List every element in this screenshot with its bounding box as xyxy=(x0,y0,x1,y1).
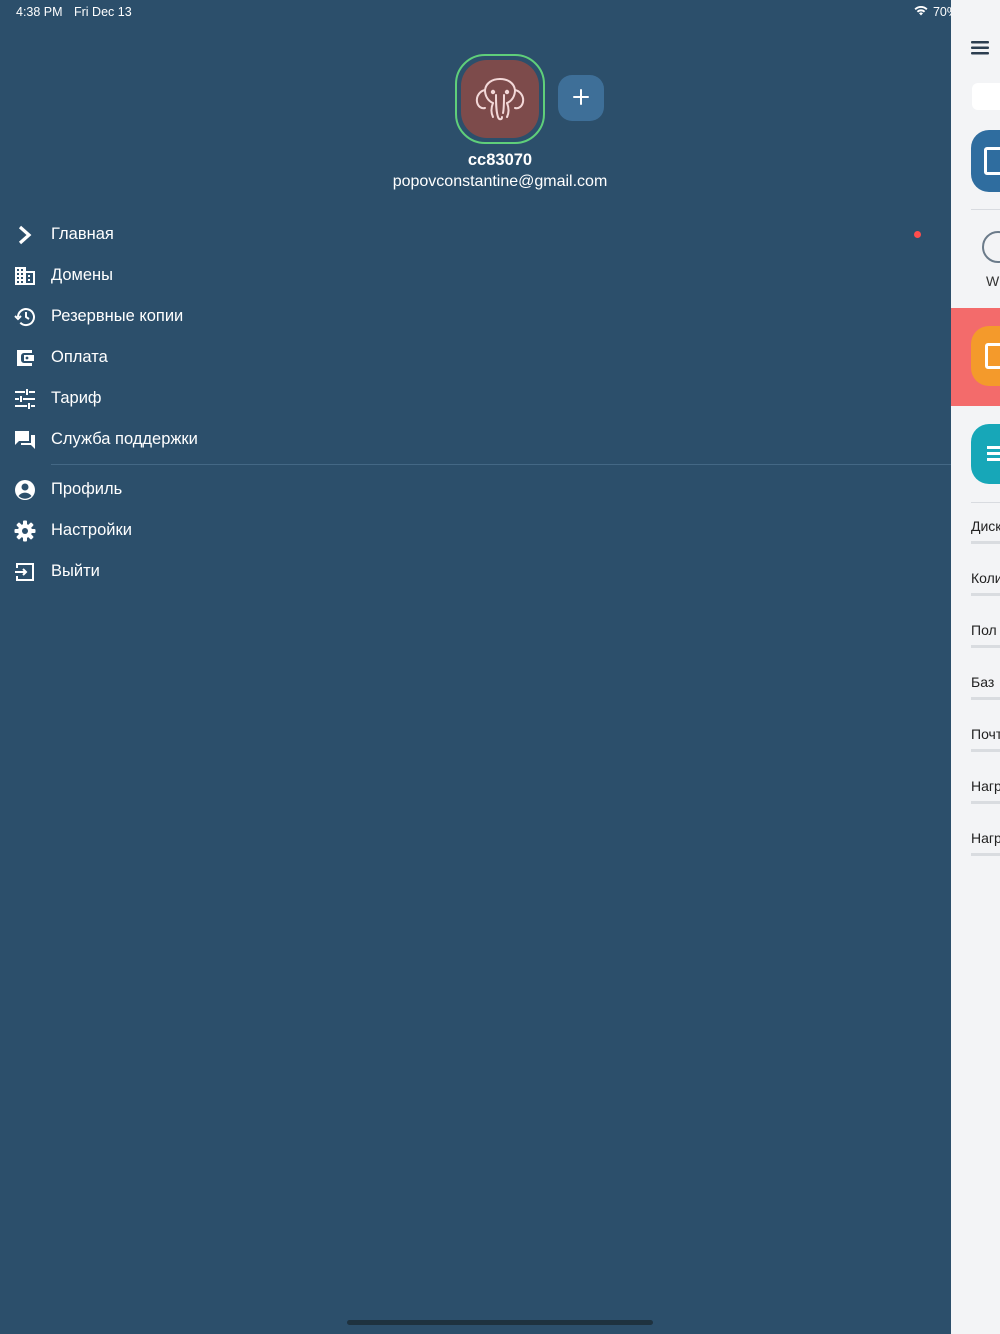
stat-row-label: Коли xyxy=(971,570,1000,586)
history-icon xyxy=(13,305,37,329)
stat-row-bar xyxy=(971,541,1000,544)
menu-item-label: Главная xyxy=(51,225,114,243)
navigation-drawer: cc83070 popovconstantine@gmail.com Главн… xyxy=(0,0,951,1334)
section-divider xyxy=(971,209,1000,210)
menu-item-label: Резервные копии xyxy=(51,307,184,325)
stat-row-label: Нагр xyxy=(971,830,1000,846)
menu-divider xyxy=(51,464,951,465)
menu-item-label: Тариф xyxy=(51,389,102,407)
menu-item-payment[interactable]: Оплата xyxy=(0,337,951,378)
sliders-icon xyxy=(13,387,37,411)
stat-row-label: Баз xyxy=(971,674,995,690)
menu-item-label: Домены xyxy=(51,266,114,284)
menu-item-label: Настройки xyxy=(51,521,132,539)
menu-item-settings[interactable]: Настройки xyxy=(0,510,951,551)
gear-icon xyxy=(13,519,37,543)
hamburger-menu-icon[interactable] xyxy=(971,40,989,61)
stat-row-bar xyxy=(971,697,1000,700)
stat-row-label: Нагр xyxy=(971,778,1000,794)
stat-row-label: Пол xyxy=(971,622,997,638)
building-icon xyxy=(13,264,37,288)
menu-item-domains[interactable]: Домены xyxy=(0,255,951,296)
drawer-menu: Главная Домены Резервные копии Оплата Та… xyxy=(0,214,951,592)
add-account-button[interactable] xyxy=(558,75,604,121)
username: cc83070 xyxy=(467,151,533,169)
document-card[interactable] xyxy=(971,326,1000,386)
main-content-peek: W Диск Коли Пол Баз Почт Нагр Нагр xyxy=(951,0,1000,1334)
peek-label: W xyxy=(986,273,1000,289)
menu-item-home[interactable]: Главная xyxy=(0,214,951,255)
stat-row-bar xyxy=(971,853,1000,856)
menu-item-label: Служба поддержки xyxy=(51,430,198,448)
section-divider xyxy=(971,502,1000,503)
search-input[interactable] xyxy=(972,83,1000,110)
wordpress-icon[interactable] xyxy=(982,231,1000,263)
home-indicator[interactable] xyxy=(347,1320,653,1325)
chat-icon xyxy=(13,428,37,452)
menu-item-label: Профиль xyxy=(51,480,123,498)
stat-row-label: Почт xyxy=(971,726,1000,742)
menu-item-logout[interactable]: Выйти xyxy=(0,551,951,592)
chevron-right-icon xyxy=(13,223,37,247)
dashboard-card[interactable] xyxy=(971,130,1000,192)
menu-item-label: Выйти xyxy=(51,562,100,580)
account-circle-icon xyxy=(13,478,37,502)
menu-item-tariff[interactable]: Тариф xyxy=(0,378,951,419)
wallet-icon xyxy=(13,346,37,370)
menu-item-backups[interactable]: Резервные копии xyxy=(0,296,951,337)
menu-item-profile[interactable]: Профиль xyxy=(0,469,951,510)
stat-row-bar xyxy=(971,593,1000,596)
logout-icon xyxy=(13,560,37,584)
menu-item-label: Оплата xyxy=(51,348,108,366)
tariff-card[interactable] xyxy=(971,424,1000,484)
elephant-logo-icon xyxy=(461,60,539,138)
plus-icon xyxy=(572,88,590,109)
stat-row-bar xyxy=(971,801,1000,804)
avatar[interactable] xyxy=(455,54,545,144)
menu-item-support[interactable]: Служба поддержки xyxy=(0,419,951,460)
stat-row-bar xyxy=(971,749,1000,752)
stat-row-label: Диск xyxy=(971,518,1000,534)
user-email: popovconstantine@gmail.com xyxy=(392,173,608,190)
notification-dot xyxy=(914,231,921,238)
stat-row-bar xyxy=(971,645,1000,648)
